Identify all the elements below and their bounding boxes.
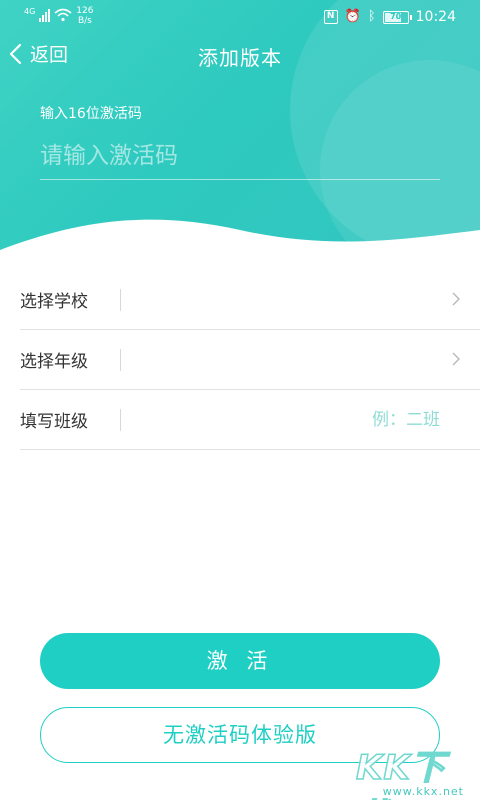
battery-level: 70 (390, 11, 402, 21)
status-right: N ⏰ ᛒ 70 10:24 (323, 9, 456, 25)
select-grade-row[interactable]: 选择年级 (20, 330, 480, 390)
watermark: KK下载 www.kkx.net (355, 740, 474, 800)
school-label: 选择学校 (20, 292, 88, 312)
select-school-row[interactable]: 选择学校 (20, 270, 480, 330)
class-label: 填写班级 (20, 412, 88, 432)
battery-icon: 70 (382, 10, 412, 24)
divider (120, 288, 121, 311)
header-wave (0, 219, 480, 270)
activate-button[interactable]: 激 活 (40, 633, 440, 689)
alarm-icon: ⏰ (344, 9, 361, 24)
status-left: 4G 126 B/s (24, 6, 93, 26)
chevron-right-icon (452, 352, 460, 366)
signal-icon (39, 8, 51, 22)
watermark-url: www.kkx.net (382, 785, 464, 798)
network-speed-value: 126 (76, 6, 94, 16)
chevron-right-icon (452, 292, 460, 306)
status-bar: 4G 126 B/s N ⏰ ᛒ 70 10:24 (0, 0, 480, 36)
bluetooth-icon: ᛒ (367, 9, 376, 24)
divider (120, 348, 121, 371)
class-name-row: 填写班级 (20, 390, 480, 450)
navigation-bar: 返回 添加版本 (0, 36, 480, 76)
activation-code-input[interactable] (40, 132, 440, 180)
network-speed-unit: B/s (77, 16, 92, 26)
network-speed: 126 B/s (76, 6, 93, 26)
page-title: 添加版本 (198, 46, 282, 70)
clock: 10:24 (415, 9, 456, 25)
divider (120, 408, 121, 431)
activation-code-label: 输入16位激活码 (40, 106, 142, 122)
wifi-icon (54, 8, 72, 22)
grade-label: 选择年级 (20, 352, 88, 372)
network-type-label: 4G (24, 7, 36, 16)
nfc-icon: N (323, 10, 338, 24)
class-name-input[interactable] (240, 406, 440, 434)
class-info-form: 选择学校 选择年级 填写班级 (20, 270, 480, 450)
